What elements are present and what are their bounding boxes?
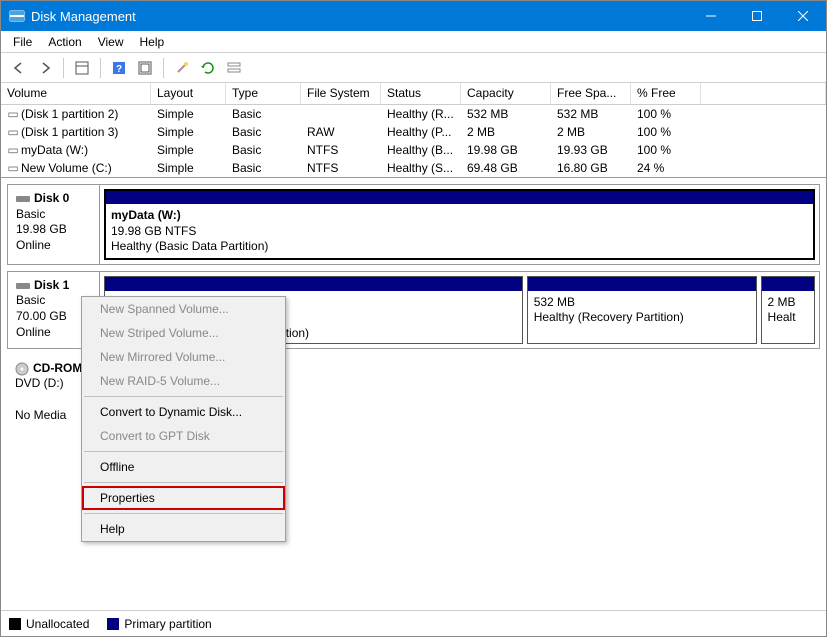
list-button[interactable] — [222, 57, 246, 79]
partition[interactable]: myData (W:) 19.98 GB NTFS Healthy (Basic… — [104, 189, 815, 260]
legend-primary: Primary partition — [107, 617, 211, 631]
settings-button[interactable] — [170, 57, 194, 79]
partition[interactable]: 2 MB Healt — [761, 276, 815, 344]
menu-action[interactable]: Action — [40, 33, 89, 51]
menu-item[interactable]: Offline — [82, 455, 285, 479]
col-type[interactable]: Type — [226, 83, 301, 104]
volume-icon: ▭ — [7, 125, 19, 139]
minimize-button[interactable] — [688, 1, 734, 31]
col-status[interactable]: Status — [381, 83, 461, 104]
svg-text:?: ? — [116, 64, 122, 75]
disk-icon — [16, 194, 30, 204]
back-button[interactable] — [7, 57, 31, 79]
volume-list[interactable]: ▭(Disk 1 partition 2)SimpleBasicHealthy … — [1, 105, 826, 177]
forward-button[interactable] — [33, 57, 57, 79]
table-row[interactable]: ▭(Disk 1 partition 2)SimpleBasicHealthy … — [1, 105, 826, 123]
volume-list-header: Volume Layout Type File System Status Ca… — [1, 83, 826, 105]
menu-item[interactable]: Convert to Dynamic Disk... — [82, 400, 285, 424]
menu-item[interactable]: Properties — [82, 486, 285, 510]
partition[interactable]: 532 MB Healthy (Recovery Partition) — [527, 276, 757, 344]
menu-item: New Mirrored Volume... — [82, 345, 285, 369]
context-menu: New Spanned Volume...New Striped Volume.… — [81, 296, 286, 542]
menu-help[interactable]: Help — [132, 33, 173, 51]
disk-label[interactable]: Disk 0 Basic 19.98 GB Online — [8, 185, 100, 264]
table-row[interactable]: ▭New Volume (C:)SimpleBasicNTFSHealthy (… — [1, 159, 826, 177]
menu-file[interactable]: File — [5, 33, 40, 51]
menu-bar: File Action View Help — [1, 31, 826, 53]
action-button[interactable] — [196, 57, 220, 79]
volume-icon: ▭ — [7, 143, 19, 157]
menu-view[interactable]: View — [90, 33, 132, 51]
menu-item: New Spanned Volume... — [82, 297, 285, 321]
menu-item: New Striped Volume... — [82, 321, 285, 345]
disc-icon — [15, 362, 29, 376]
table-row[interactable]: ▭(Disk 1 partition 3)SimpleBasicRAWHealt… — [1, 123, 826, 141]
legend: Unallocated Primary partition — [1, 610, 826, 636]
disk-icon — [16, 281, 30, 291]
col-percent-free[interactable]: % Free — [631, 83, 701, 104]
toolbar: ? — [1, 53, 826, 83]
title-bar: Disk Management — [1, 1, 826, 31]
table-row[interactable]: ▭myData (W:)SimpleBasicNTFSHealthy (B...… — [1, 141, 826, 159]
menu-item: New RAID-5 Volume... — [82, 369, 285, 393]
menu-item: Convert to GPT Disk — [82, 424, 285, 448]
col-filesystem[interactable]: File System — [301, 83, 381, 104]
volume-icon: ▭ — [7, 161, 19, 175]
disk-row: Disk 0 Basic 19.98 GB Online myData (W:)… — [7, 184, 820, 265]
window-controls — [688, 1, 826, 31]
col-capacity[interactable]: Capacity — [461, 83, 551, 104]
window-title: Disk Management — [31, 9, 688, 24]
volume-icon: ▭ — [7, 107, 19, 121]
app-icon — [9, 8, 25, 24]
show-hide-tree-button[interactable] — [70, 57, 94, 79]
close-button[interactable] — [780, 1, 826, 31]
menu-item[interactable]: Help — [82, 517, 285, 541]
col-spacer — [701, 83, 826, 104]
legend-unallocated: Unallocated — [9, 617, 89, 631]
help-button[interactable]: ? — [107, 57, 131, 79]
refresh-button[interactable] — [133, 57, 157, 79]
col-volume[interactable]: Volume — [1, 83, 151, 104]
col-free[interactable]: Free Spa... — [551, 83, 631, 104]
col-layout[interactable]: Layout — [151, 83, 226, 104]
maximize-button[interactable] — [734, 1, 780, 31]
disk-partitions: myData (W:) 19.98 GB NTFS Healthy (Basic… — [100, 185, 819, 264]
